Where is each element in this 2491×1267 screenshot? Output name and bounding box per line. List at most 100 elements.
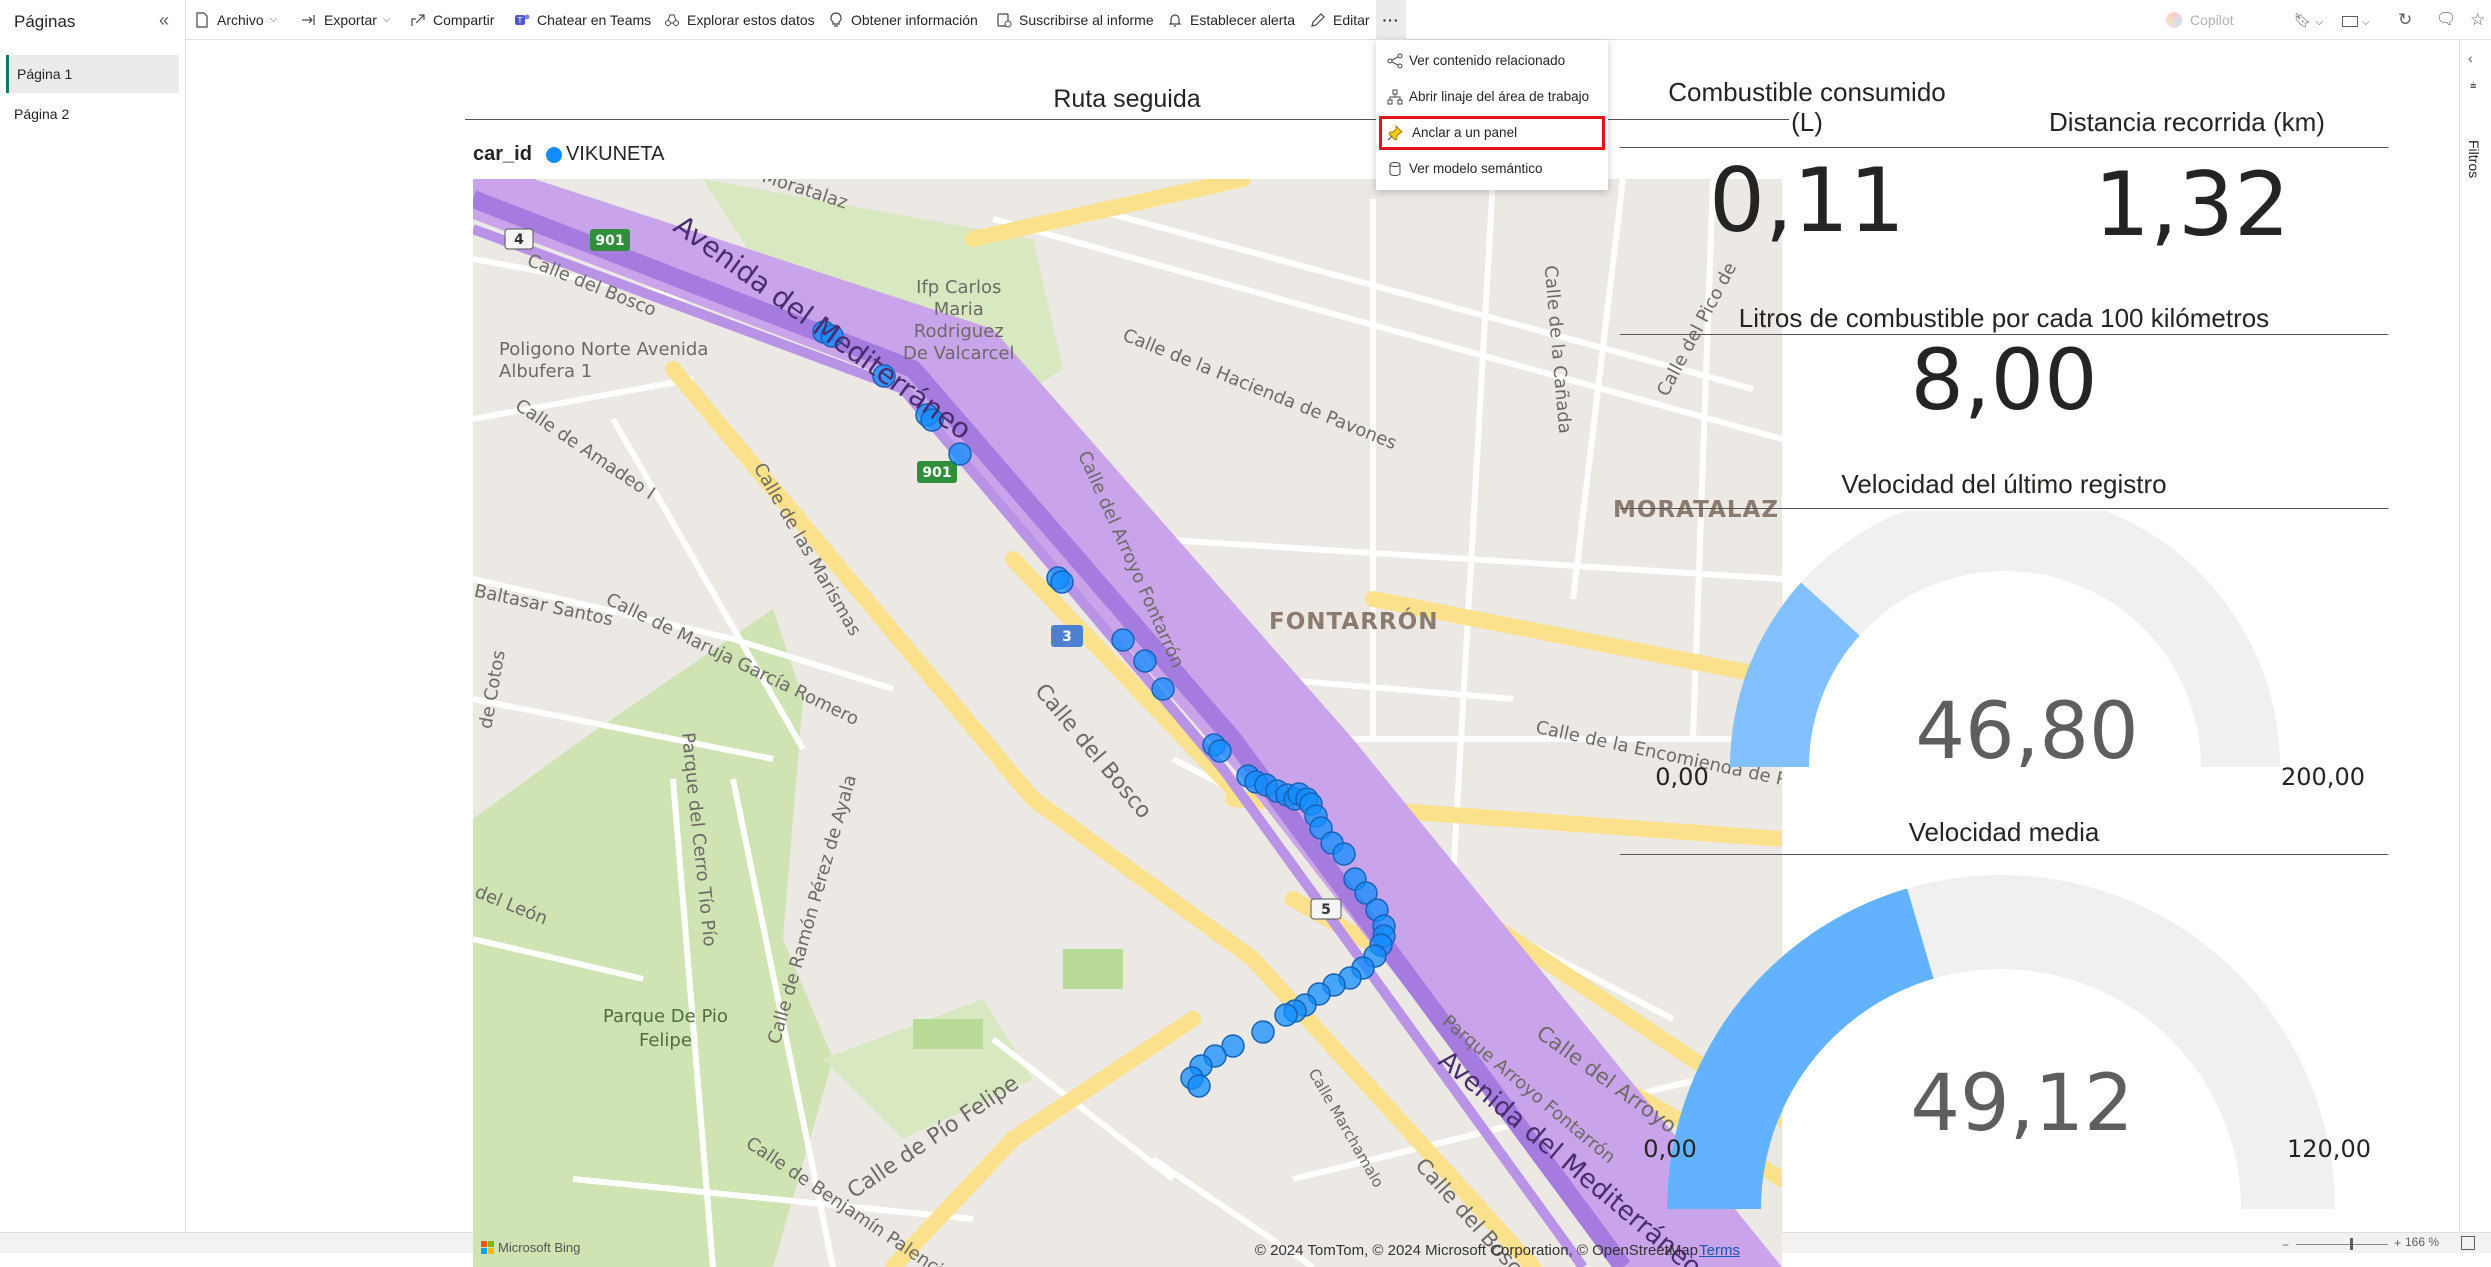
alerta-button[interactable]: Establecer alerta — [1167, 0, 1295, 40]
suscribirse-button[interactable]: Suscribirse al informe — [996, 0, 1154, 40]
sports-field — [1063, 949, 1123, 989]
gauge1-max-label: 200,00 — [2281, 763, 2365, 791]
filter-icon: ⩧ — [2470, 80, 2477, 92]
menu-item-label: Abrir linaje del área de trabajo — [1409, 89, 1590, 104]
exportar-menu[interactable]: Exportar ⌵ — [301, 0, 391, 40]
toolbar: Archivo ⌵ Exportar ⌵ Compartir T Chatear… — [186, 0, 2491, 40]
speed-last-gauge[interactable] — [1620, 511, 2388, 841]
legend-marker — [545, 146, 562, 163]
menu-item-label: Ver modelo semántico — [1409, 161, 1543, 176]
pages-title: Páginas — [14, 12, 76, 31]
menu-item-lineage[interactable]: Abrir linaje del área de trabajo — [1379, 80, 1605, 114]
map-legend: car_id VIKUNETA — [473, 143, 664, 166]
menu-item-label: Ver contenido relacionado — [1409, 53, 1566, 68]
gauge1-title: Velocidad del último registro — [1841, 469, 2167, 499]
explorar-button[interactable]: Explorar estos datos — [664, 0, 815, 40]
zoom-out-icon[interactable]: − — [2282, 1238, 2289, 1252]
teams-button[interactable]: T Chatear en Teams — [514, 0, 651, 40]
fuel-kpi-title: Combustible consumido (L) — [1668, 77, 1946, 137]
export-icon — [302, 15, 315, 25]
pages-pane: Páginas « Página 1 Página 2 — [0, 0, 186, 1232]
gauge2-min-label: 0,00 — [1643, 1135, 1697, 1163]
zoom-in-icon[interactable]: + — [2394, 1236, 2401, 1250]
shield-901-label: 901 — [595, 233, 624, 249]
shield-901-label: 901 — [922, 465, 951, 481]
subscribe-icon — [997, 13, 1012, 28]
file-icon — [196, 12, 208, 28]
route-point[interactable] — [1111, 628, 1135, 652]
chevron-down-icon: ⌵ — [2315, 17, 2324, 28]
archivo-menu[interactable]: Archivo ⌵ — [194, 0, 277, 40]
gauge2-title: Velocidad media — [1908, 817, 2100, 847]
refresh-icon[interactable]: ↻ — [2398, 0, 2412, 40]
explorar-label: Explorar estos datos — [687, 12, 815, 28]
copilot-label: Copilot — [2190, 12, 2234, 28]
copilot-button[interactable]: Copilot — [2166, 0, 2234, 40]
chevron-down-icon: ⌵ — [269, 14, 278, 25]
page-item-1[interactable]: Página 1 — [6, 55, 179, 93]
per100-kpi-value: 8,00 — [1910, 331, 2098, 429]
route-point[interactable] — [1251, 1020, 1275, 1044]
more-options-button[interactable]: ··· — [1376, 0, 1406, 40]
expand-filters-icon[interactable]: ‹ — [2468, 50, 2473, 66]
report-canvas: Ruta seguida car_id VIKUNETA 901 901 4 3… — [187, 41, 2459, 1267]
filters-pane[interactable]: ‹ ⩧ Filtros — [2459, 40, 2491, 1232]
comment-icon[interactable]: 🗨︎ — [2436, 0, 2456, 40]
editar-button[interactable]: Editar — [1310, 0, 1370, 40]
view-button[interactable]: ⌵ — [2342, 0, 2369, 40]
shield-3-label: 3 — [1062, 629, 1072, 645]
zoom-level: 166 % — [2404, 1235, 2439, 1249]
menu-item-semantic-model[interactable]: Ver modelo semántico — [1379, 152, 1605, 186]
collapse-pages-icon[interactable]: « — [152, 8, 176, 32]
route-point[interactable] — [1332, 842, 1356, 866]
route-point[interactable] — [1133, 649, 1157, 673]
zoom-slider[interactable] — [2296, 1244, 2388, 1245]
pencil-icon — [1311, 13, 1325, 27]
bookmark-button[interactable]: 🔖︎ ⌵ — [2294, 0, 2323, 40]
bell-icon — [1168, 14, 1182, 27]
shield-5-label: 5 — [1321, 902, 1331, 918]
teams-icon: T — [515, 14, 530, 25]
map-copyright[interactable]: © 2024 TomTom, © 2024 Microsoft Corporat… — [1255, 1242, 1698, 1259]
svg-text:T: T — [518, 16, 523, 25]
legend-value[interactable]: VIKUNETA — [566, 143, 665, 166]
per100-kpi-title: Litros de combustible por cada 100 kilóm… — [1738, 303, 2270, 333]
page-item-2[interactable]: Página 2 — [6, 95, 179, 133]
route-point[interactable] — [1274, 1003, 1298, 1027]
bookmark-icon: 🔖︎ — [2294, 12, 2312, 28]
gauge2-max-label: 120,00 — [2287, 1135, 2371, 1163]
sports-field — [913, 1019, 983, 1049]
route-point[interactable] — [1208, 739, 1232, 763]
suscribirse-label: Suscribirse al informe — [1019, 12, 1154, 28]
pin-icon — [1387, 125, 1403, 141]
gauge-divider — [1620, 854, 2388, 855]
teams-label: Chatear en Teams — [537, 12, 652, 28]
route-point[interactable] — [1151, 677, 1175, 701]
legend-title: car_id — [473, 143, 532, 165]
terms-link[interactable]: Terms — [1699, 1242, 1740, 1259]
more-options-menu: Ver contenido relacionado Abrir linaje d… — [1376, 40, 1608, 190]
windows-logo-icon — [481, 1241, 494, 1254]
lightbulb-icon — [830, 12, 842, 27]
archivo-label: Archivo — [217, 12, 264, 28]
route-map[interactable]: 901 901 4 3 5 de Moratalaz Ifp Carlos Ma… — [473, 179, 1782, 1267]
exportar-label: Exportar — [324, 12, 377, 28]
share-icon — [1387, 53, 1403, 69]
copilot-icon — [2166, 12, 2182, 28]
info-button[interactable]: Obtener información — [828, 0, 978, 40]
gauge1-min-label: 0,00 — [1655, 763, 1709, 791]
speed-avg-gauge[interactable] — [1620, 857, 2388, 1217]
shield-4-label: 4 — [514, 232, 524, 248]
route-point[interactable] — [1187, 1074, 1211, 1098]
alerta-label: Establecer alerta — [1190, 12, 1296, 28]
route-point[interactable] — [948, 442, 972, 466]
star-icon[interactable]: ☆ — [2470, 0, 2485, 40]
route-point[interactable] — [1050, 570, 1074, 594]
menu-item-related-content[interactable]: Ver contenido relacionado — [1379, 44, 1605, 78]
compartir-button[interactable]: Compartir — [410, 0, 494, 40]
fit-page-icon[interactable] — [2461, 1236, 2475, 1250]
kpi-divider — [1620, 147, 2388, 148]
menu-item-pin-dashboard[interactable]: Anclar a un panel — [1379, 116, 1605, 150]
zoom-slider-thumb[interactable] — [2350, 1238, 2353, 1250]
filters-label: Filtros — [2466, 140, 2482, 179]
